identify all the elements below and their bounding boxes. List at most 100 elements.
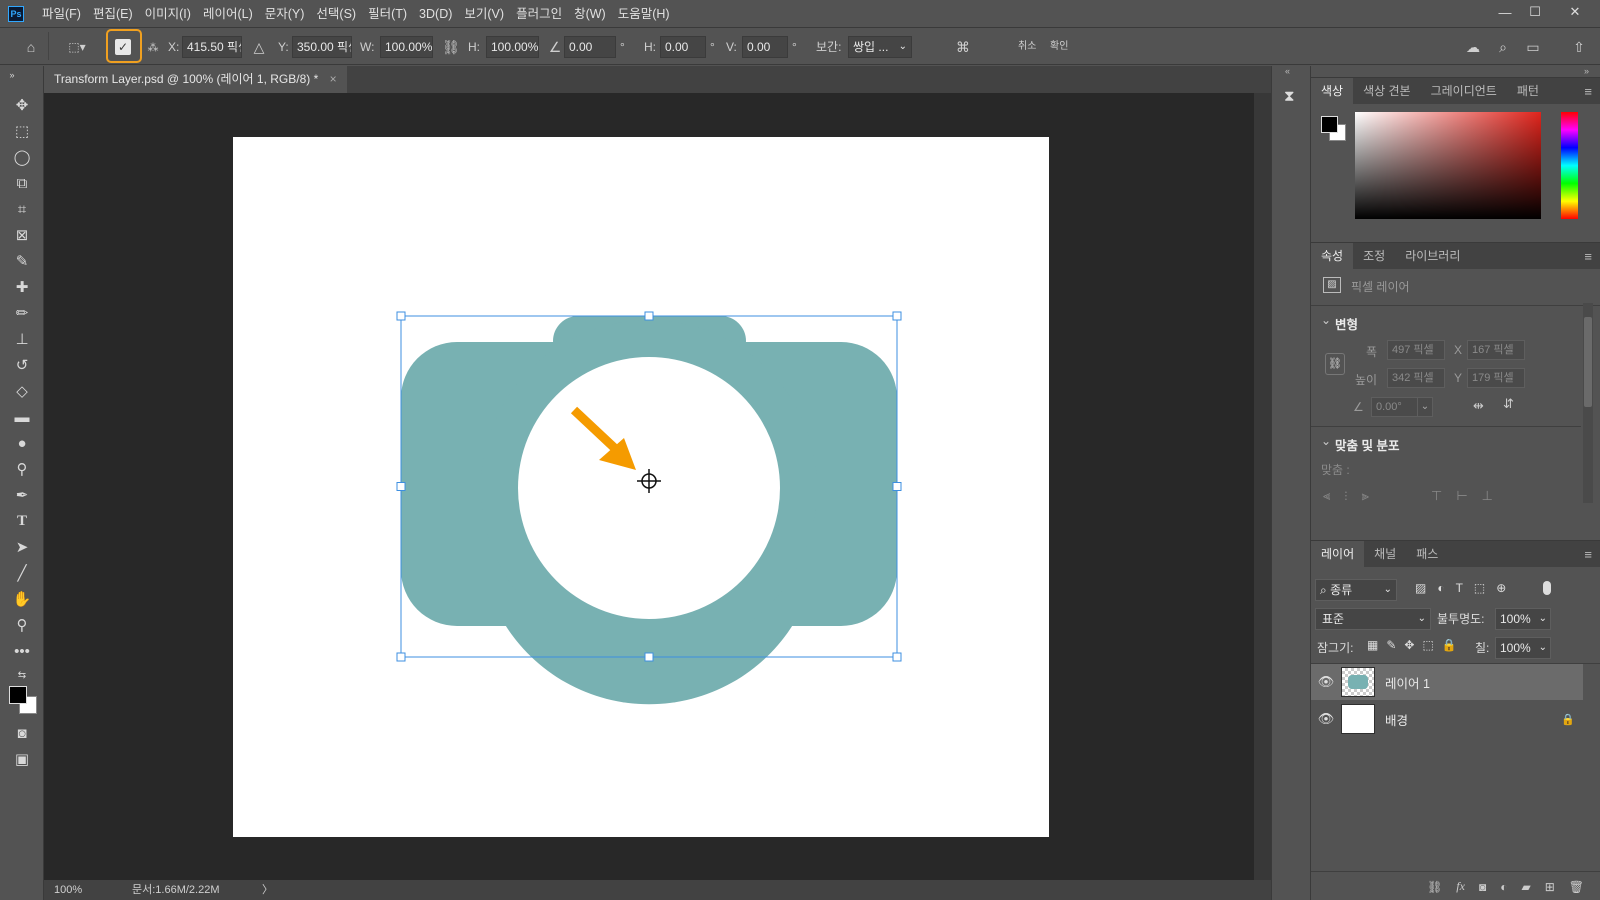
align-vertical-buttons[interactable]: ⊤⊢⊥ (1431, 488, 1507, 504)
x-input[interactable]: 415.50 픽셀 (182, 36, 242, 58)
y-field[interactable]: 179 픽셀 (1467, 368, 1525, 388)
menu-item[interactable]: 선택(S) (310, 0, 362, 28)
height-field[interactable]: 342 픽셀 (1387, 368, 1445, 388)
layer-row-layer1[interactable]: 👁 레이어 1 (1311, 664, 1583, 700)
canvas-area[interactable] (44, 93, 1271, 880)
transform-controls-icon[interactable]: ⬚▾ (62, 36, 92, 58)
eyedropper-tool-icon[interactable]: ✎ (10, 250, 34, 272)
hand-tool-icon[interactable]: ✋ (10, 588, 34, 610)
properties-scrollbar[interactable] (1583, 303, 1593, 503)
eye-icon[interactable]: 👁 (1311, 711, 1341, 727)
relative-position-icon[interactable]: △ (248, 36, 270, 58)
transform-handle[interactable] (892, 311, 902, 321)
frame-tool-icon[interactable]: ⊠ (10, 224, 34, 246)
menu-item[interactable]: 편집(E) (87, 0, 139, 28)
transform-handle[interactable] (396, 482, 406, 491)
line-tool-icon[interactable]: ╱ (10, 562, 34, 584)
warp-mode-icon[interactable]: ⌘ (952, 36, 974, 58)
screen-mode-icon[interactable]: ▣ (10, 748, 34, 770)
panel-tab[interactable]: 패턴 (1507, 78, 1549, 104)
panel-tab[interactable]: 속성 (1311, 243, 1354, 269)
x-field[interactable]: 167 픽셀 (1467, 340, 1525, 360)
link-dimensions-icon[interactable]: ⛓ (1325, 353, 1345, 375)
height-input[interactable]: 100.00% (486, 36, 539, 58)
y-input[interactable]: 350.00 픽셀 (292, 36, 352, 58)
home-icon[interactable]: ⌂ (20, 36, 42, 58)
collapse-panel-icon[interactable]: « (1285, 66, 1290, 76)
menu-item[interactable]: 파일(F) (36, 0, 87, 28)
panel-menu-icon[interactable]: ≡ (1584, 84, 1592, 99)
transform-handle[interactable] (892, 652, 902, 662)
maximize-button[interactable]: ☐ (1520, 0, 1550, 24)
hue-slider[interactable] (1561, 112, 1578, 219)
vskew-input[interactable]: 0.00 (742, 36, 788, 58)
vertical-scrollbar[interactable] (1254, 93, 1271, 880)
layer-row-background[interactable]: 👁 배경 🔒 (1311, 701, 1583, 737)
brush-tool-icon[interactable]: ✏ (10, 302, 34, 324)
color-spectrum-field[interactable] (1355, 112, 1541, 219)
flip-horizontal-icon[interactable]: ⇹ (1473, 398, 1484, 414)
eraser-tool-icon[interactable]: ◇ (10, 380, 34, 402)
document-tab[interactable]: Transform Layer.psd @ 100% (레이어 1, RGB/8… (44, 66, 347, 93)
blend-mode-select[interactable]: 표준 ⌄ (1315, 608, 1431, 630)
foreground-color-swatch[interactable] (1321, 116, 1338, 133)
search-icon[interactable]: ⌕ (1492, 36, 1514, 58)
photoshop-logo[interactable]: Ps (8, 5, 24, 22)
cancel-transform-button[interactable]: 취소 (1018, 36, 1036, 58)
panel-tab[interactable]: 라이브러리 (1395, 243, 1470, 269)
menu-item[interactable]: 레이어(L) (197, 0, 259, 28)
minimize-button[interactable]: — (1490, 0, 1520, 24)
share-icon[interactable]: ⇧ (1568, 36, 1590, 58)
angle-field[interactable]: 0.00° (1371, 397, 1419, 417)
quick-mask-icon[interactable]: ◙ (10, 722, 34, 744)
width-field[interactable]: 497 픽셀 (1387, 340, 1445, 360)
blur-tool-icon[interactable]: ● (10, 432, 34, 454)
path-selection-tool-icon[interactable]: ➤ (10, 536, 34, 558)
zoom-level[interactable]: 100% (54, 880, 82, 900)
lock-options-icons[interactable]: ▦✎✥⬚🔒 (1367, 638, 1465, 652)
menu-item[interactable]: 플러그인 (510, 0, 568, 28)
interpolation-select[interactable]: 쌍입 ... ⌄ (848, 36, 912, 58)
menu-item[interactable]: 창(W) (568, 0, 612, 28)
reference-point-checkbox[interactable]: ✓ (115, 39, 131, 55)
workspace-icon[interactable]: ▭ (1522, 36, 1544, 58)
layer-name[interactable]: 레이어 1 (1385, 673, 1430, 692)
panel-menu-icon[interactable]: ≡ (1584, 547, 1592, 562)
filter-toggle-icon[interactable] (1543, 581, 1551, 595)
status-chevron-icon[interactable]: 〉 (262, 880, 273, 900)
link-layers-icon[interactable]: ⛓ (1427, 880, 1442, 894)
layer-filter-type-icons[interactable]: ▨◐T⬚⊕ (1415, 581, 1517, 595)
commit-transform-button[interactable]: 확인 (1050, 36, 1068, 58)
panel-menu-icon[interactable]: ≡ (1584, 249, 1592, 264)
panel-tab[interactable]: 패스 (1406, 541, 1448, 567)
dodge-tool-icon[interactable]: ⚲ (10, 458, 34, 480)
clone-stamp-tool-icon[interactable]: ⊥ (10, 328, 34, 350)
section-chevron-icon[interactable]: ⌄ (1321, 313, 1331, 327)
fx-icon[interactable]: fx (1456, 879, 1465, 894)
panel-tab[interactable]: 채널 (1364, 541, 1406, 567)
menu-item[interactable]: 필터(T) (362, 0, 413, 28)
menu-item[interactable]: 문자(Y) (259, 0, 311, 28)
reference-point-locator-icon[interactable]: ⁂ (142, 36, 164, 58)
section-chevron-icon[interactable]: ⌄ (1321, 434, 1331, 448)
panel-tab[interactable]: 그레이디언트 (1421, 78, 1507, 104)
crop-tool-icon[interactable]: ⌗ (10, 198, 34, 220)
panel-tab[interactable]: 레이어 (1311, 541, 1365, 567)
expand-panels-icon[interactable]: » (1584, 66, 1589, 76)
panel-tab[interactable]: 색상 견본 (1353, 78, 1421, 104)
healing-brush-tool-icon[interactable]: ✚ (10, 276, 34, 298)
opacity-input[interactable]: 100% ⌄ (1495, 608, 1551, 630)
fill-input[interactable]: 100% ⌄ (1495, 637, 1551, 659)
transform-handle[interactable] (892, 482, 902, 491)
align-section-title[interactable]: 맞춤 및 분포 (1335, 435, 1399, 454)
edit-toolbar-icon[interactable]: ••• (10, 640, 34, 662)
marquee-tool-icon[interactable]: ⬚ (10, 120, 34, 142)
foreground-color-swatch[interactable] (9, 686, 27, 704)
hskew-input[interactable]: 0.00 (660, 36, 706, 58)
cloud-icon[interactable]: ☁ (1462, 36, 1484, 58)
add-mask-icon[interactable]: ◙ (1479, 880, 1486, 894)
collapse-toolbar-icon[interactable]: » (4, 64, 20, 86)
move-tool-icon[interactable]: ✥ (10, 94, 34, 116)
width-input[interactable]: 100.00% (380, 36, 433, 58)
close-tab-icon[interactable]: × (330, 72, 337, 86)
